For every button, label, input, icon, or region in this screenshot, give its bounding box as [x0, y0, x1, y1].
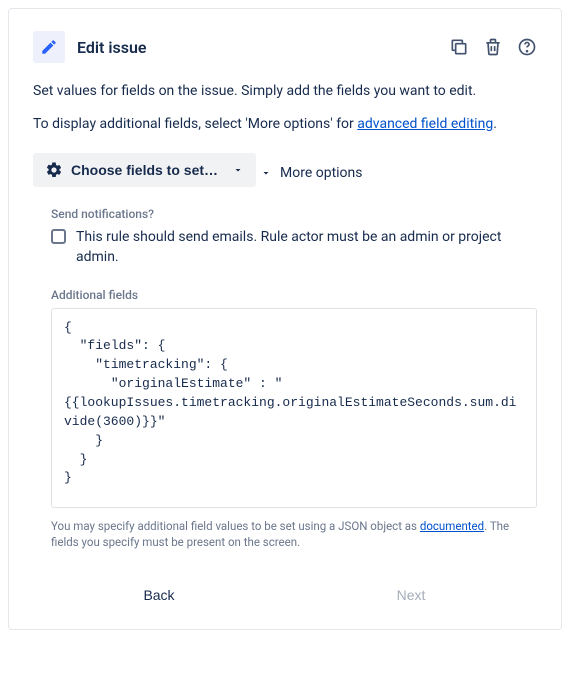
footer: Back Next [33, 579, 537, 611]
desc2-post: . [493, 116, 497, 132]
choose-fields-button[interactable]: Choose fields to set… [33, 153, 256, 187]
help-icon[interactable] [517, 37, 537, 57]
edit-issue-panel: Edit issue Set values [8, 8, 562, 630]
edit-icon-box [33, 31, 65, 63]
additional-fields-textarea[interactable] [51, 308, 537, 508]
panel-title: Edit issue [77, 38, 437, 57]
more-options-label: More options [280, 165, 363, 181]
chevron-down-icon [260, 167, 272, 179]
panel-header: Edit issue [33, 31, 537, 63]
notifications-checkbox-label: This rule should send emails. Rule actor… [76, 227, 537, 268]
documented-link[interactable]: documented [420, 519, 484, 533]
notifications-checkbox[interactable] [51, 229, 66, 244]
description-1: Set values for fields on the issue. Simp… [33, 81, 537, 102]
copy-icon[interactable] [449, 37, 469, 57]
notifications-checkbox-row: This rule should send emails. Rule actor… [51, 227, 537, 268]
pencil-icon [40, 38, 58, 56]
more-options-toggle[interactable]: More options [260, 165, 363, 181]
additional-fields-heading: Additional fields [51, 288, 537, 302]
more-options-content: Send notifications? This rule should sen… [33, 207, 537, 551]
next-button: Next [285, 579, 537, 611]
desc2-pre: To display additional fields, select 'Mo… [33, 116, 357, 132]
send-notifications-heading: Send notifications? [51, 207, 537, 221]
trash-icon[interactable] [483, 37, 503, 57]
additional-fields-hint: You may specify additional field values … [51, 518, 537, 551]
header-actions [449, 37, 537, 57]
chevron-down-icon [232, 164, 244, 176]
gear-icon [45, 161, 63, 179]
hint-pre: You may specify additional field values … [51, 519, 420, 533]
description-2: To display additional fields, select 'Mo… [33, 114, 537, 135]
back-button[interactable]: Back [33, 579, 285, 611]
advanced-field-editing-link[interactable]: advanced field editing [357, 116, 493, 132]
choose-fields-label: Choose fields to set… [71, 162, 218, 178]
